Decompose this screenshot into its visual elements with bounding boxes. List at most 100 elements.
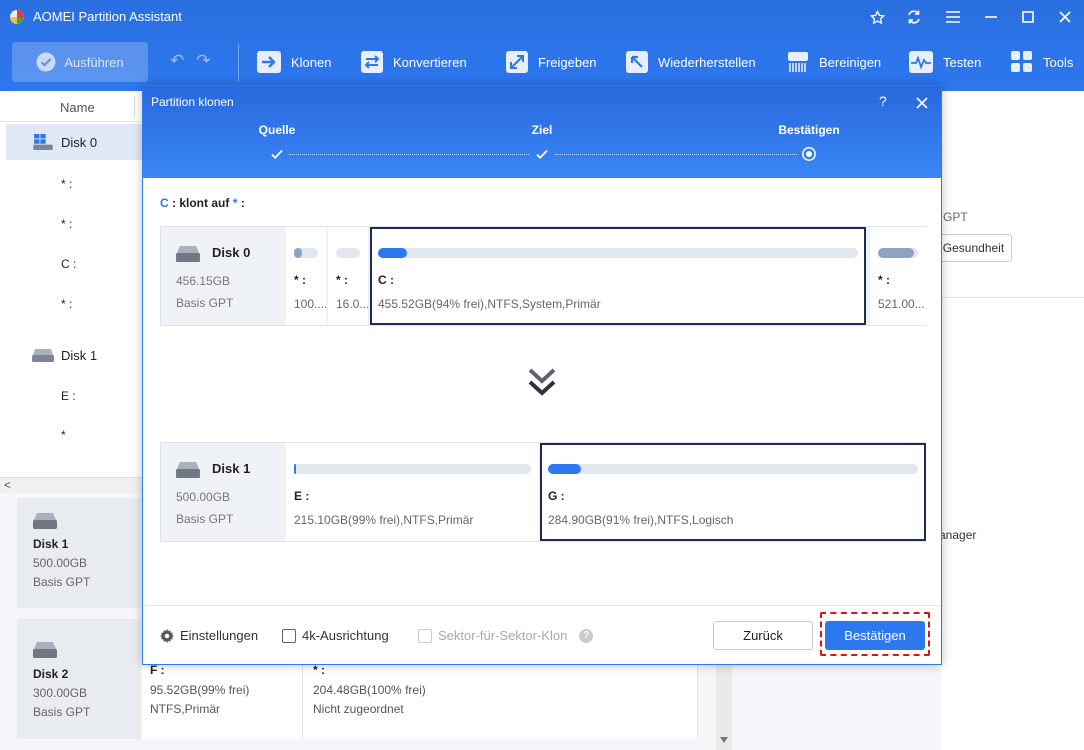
disk-card-1[interactable]: Disk 1 500.00GB Basis GPT	[17, 498, 141, 608]
target-disk-type: Basis GPT	[176, 512, 234, 526]
help-icon[interactable]: ?	[879, 93, 887, 109]
partition-size: 204.48GB(100% frei)	[313, 682, 426, 697]
column-header: Name	[0, 91, 142, 122]
tree-disk-0[interactable]: Disk 0	[6, 124, 142, 160]
partition-label: F :	[150, 663, 165, 677]
tree-partition[interactable]: *	[61, 428, 66, 442]
usage-bar	[878, 248, 918, 258]
partition-block-unallocated[interactable]: * : 204.48GB(100% frei) Nicht zugeordnet	[305, 661, 698, 739]
toolbar-wipe-button[interactable]: Bereinigen	[787, 43, 881, 81]
disk-card-name: Disk 1	[33, 537, 69, 551]
app-title: AOMEI Partition Assistant	[33, 9, 182, 24]
partition-fs: NTFS,Primär	[150, 702, 220, 716]
tree-partition[interactable]: E :	[61, 389, 76, 403]
toolbar-clone-label: Klonen	[291, 54, 332, 70]
back-button[interactable]: Zurück	[713, 621, 813, 650]
clone-summary: C : klont auf * :	[160, 196, 245, 210]
target-partition-e[interactable]: E : 215.10GB(99% frei),NTFS,Primär	[286, 443, 539, 541]
title-toolbar: AOMEI Partition Assistant Ausführen ↶ ↷ …	[0, 0, 1084, 91]
manager-link[interactable]: anager	[939, 528, 976, 542]
minimize-icon[interactable]	[979, 5, 1003, 29]
star-icon[interactable]	[865, 5, 889, 29]
health-button-label: Gesundheit	[942, 241, 1005, 255]
convert-icon	[361, 51, 383, 73]
tree-partition[interactable]: * :	[61, 297, 72, 311]
toolbar-convert-button[interactable]: Konvertieren	[361, 43, 467, 81]
tree-partition[interactable]: * :	[61, 217, 72, 231]
tree-partition[interactable]: * :	[61, 177, 72, 191]
partition-label: G :	[548, 489, 565, 503]
maximize-icon[interactable]	[1016, 5, 1040, 29]
settings-option[interactable]: Einstellungen	[160, 628, 258, 643]
windows-disk-icon	[33, 134, 53, 150]
disk-card-2[interactable]: Disk 2 300.00GB Basis GPT	[17, 619, 141, 739]
step-done-icon	[536, 149, 548, 159]
usage-bar	[294, 248, 318, 258]
source-disk-size: 456.15GB	[176, 274, 231, 288]
source-partition-c-selected[interactable]: C : 455.52GB(94% frei),NTFS,System,Primä…	[370, 227, 866, 325]
usage-bar	[378, 248, 858, 258]
target-partition-g-selected[interactable]: G : 284.90GB(91% frei),NTFS,Logisch	[540, 443, 926, 541]
disk-icon	[176, 462, 200, 478]
undo-redo: ↶ ↷	[170, 51, 211, 71]
checkbox-box[interactable]	[282, 628, 296, 643]
step-current-icon	[802, 147, 816, 161]
wipe-icon	[788, 52, 808, 72]
sector-clone-label: Sektor-für-Sektor-Klon	[438, 628, 568, 643]
partition-size: 95.52GB(99% frei)	[150, 682, 250, 697]
toolbar-freeup-button[interactable]: Freigeben	[506, 43, 597, 81]
sector-clone-checkbox[interactable]: Sektor-für-Sektor-Klon ?	[418, 628, 594, 643]
test-icon	[909, 51, 933, 73]
source-partition-block[interactable]: * : 16.0...	[328, 227, 368, 325]
run-button[interactable]: Ausführen	[12, 42, 148, 82]
target-disk-info: Disk 1 500.00GB Basis GPT	[161, 443, 285, 541]
usage-bar	[336, 248, 360, 258]
usage-fill	[294, 464, 297, 474]
question-icon[interactable]: ?	[579, 628, 594, 643]
disk-card-type: Basis GPT	[33, 575, 91, 589]
toolbar-clone-button[interactable]: Klonen	[257, 43, 331, 81]
partition-label: * :	[294, 273, 306, 287]
vertical-scrollbar[interactable]	[716, 661, 732, 750]
partition-fs: Nicht zugeordnet	[313, 702, 404, 716]
partition-block-f[interactable]: F : 95.52GB(99% frei) NTFS,Primär	[142, 661, 303, 739]
step-source-label: Quelle	[258, 123, 296, 137]
menu-icon[interactable]	[941, 5, 965, 29]
toolbar-tools-button[interactable]: Tools	[1011, 43, 1073, 81]
tree-partition[interactable]: C :	[61, 257, 76, 271]
undo-icon[interactable]: ↶	[170, 51, 184, 71]
toolbar-test-button[interactable]: Testen	[909, 43, 981, 81]
checkbox-box[interactable]	[418, 628, 432, 643]
recover-icon	[626, 51, 648, 73]
partition-label: C :	[378, 273, 394, 287]
confirm-button[interactable]: Bestätigen	[825, 621, 925, 650]
dialog-close-icon[interactable]	[916, 97, 928, 109]
partition-label: * :	[313, 663, 325, 677]
toolbar-wipe-label: Bereinigen	[819, 54, 882, 70]
scroll-down-icon[interactable]	[720, 737, 728, 743]
partition-detail: 521.00...	[878, 297, 925, 311]
clone-source: C	[160, 196, 169, 210]
partition-detail: 455.52GB(94% frei),NTFS,System,Primär	[378, 297, 601, 311]
disk-2-partitions: F : 95.52GB(99% frei) NTFS,Primär * : 20…	[142, 661, 698, 739]
align-4k-checkbox[interactable]: 4k-Ausrichtung	[282, 628, 389, 643]
redo-icon[interactable]: ↷	[196, 51, 210, 71]
horizontal-scrollbar[interactable]: <	[0, 477, 142, 493]
tree-disk-1[interactable]: Disk 1	[6, 337, 142, 373]
column-separator[interactable]	[134, 97, 135, 117]
scroll-left-icon[interactable]: <	[4, 478, 11, 492]
close-icon[interactable]	[1053, 5, 1077, 29]
disk-card-size: 500.00GB	[33, 556, 88, 570]
step-done-icon	[271, 149, 283, 159]
column-name[interactable]: Name	[60, 100, 95, 115]
step-target-label: Ziel	[531, 123, 553, 137]
disk-icon	[176, 246, 200, 262]
usage-fill	[294, 248, 303, 258]
toolbar-recover-label: Wiederherstellen	[658, 54, 756, 70]
refresh-icon[interactable]	[902, 5, 926, 29]
source-partition-block[interactable]: * : 100....	[286, 227, 326, 325]
clone-text: : klont auf	[172, 196, 230, 210]
source-partition-block[interactable]: * : 521.00...	[870, 227, 926, 325]
health-button[interactable]: Gesundheit	[935, 234, 1012, 262]
toolbar-recover-button[interactable]: Wiederherstellen	[626, 43, 756, 81]
